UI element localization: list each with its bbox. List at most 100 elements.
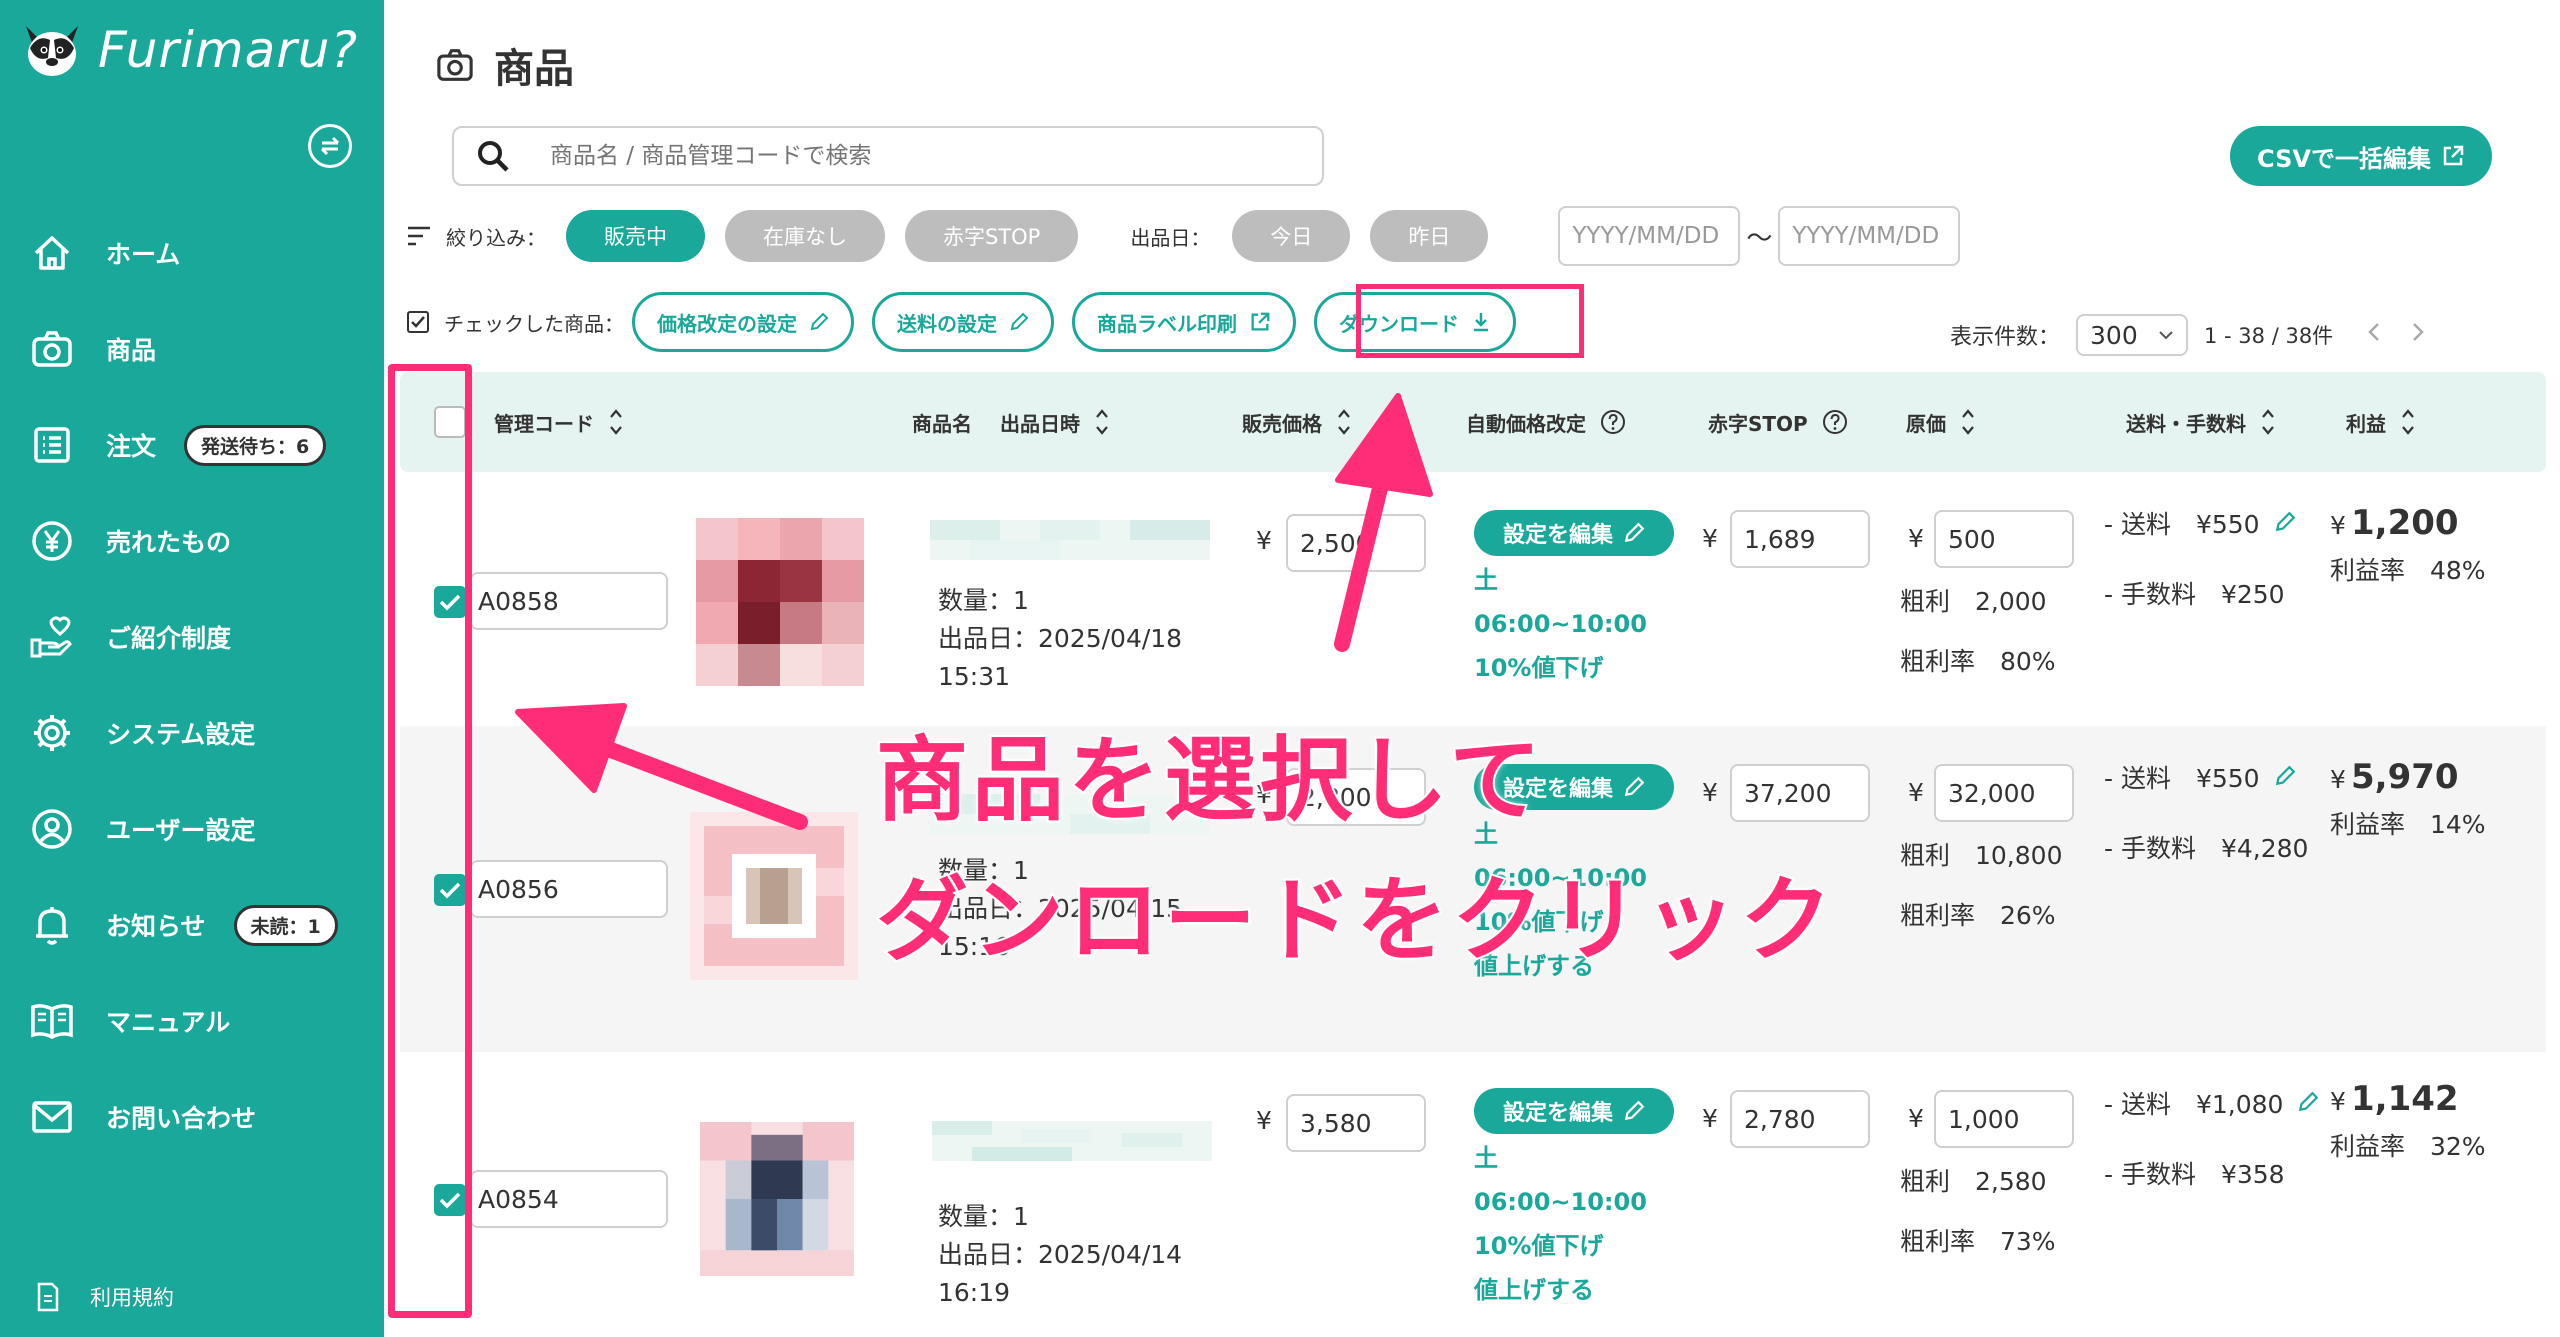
terms-link[interactable]: 利用規約 xyxy=(36,1282,174,1312)
sidebar-item-system-settings[interactable]: システム設定 xyxy=(0,685,384,781)
logo[interactable]: Furimaru? xyxy=(20,18,358,82)
filter-loss-stop[interactable]: 赤字STOP xyxy=(905,210,1079,262)
filter-out-of-stock[interactable]: 在庫なし xyxy=(725,210,885,262)
sidebar-item-label: お知らせ xyxy=(106,912,206,941)
pencil-icon[interactable] xyxy=(2274,765,2296,787)
commission-fee-text: - 手数料 ¥358 xyxy=(2104,1160,2285,1189)
filter-on-sale[interactable]: 販売中 xyxy=(566,210,705,262)
chevron-down-icon xyxy=(2159,331,2173,340)
quantity-text: 数量：1 xyxy=(938,1202,1029,1231)
product-name-blurred[interactable] xyxy=(932,1096,1212,1186)
sidebar-item-products[interactable]: 商品 xyxy=(0,301,384,397)
price-rule-button[interactable]: 価格改定の設定 xyxy=(632,292,854,352)
cost-field[interactable]: 32,000 xyxy=(1934,764,2074,822)
col-name-label: 商品名 xyxy=(912,411,972,436)
currency-symbol: ¥ xyxy=(1702,524,1718,553)
currency-symbol: ¥ xyxy=(2330,1087,2346,1116)
orders-pending-badge: 発送待ち：6 xyxy=(184,424,327,466)
sidebar-item-label: マニュアル xyxy=(106,1008,231,1037)
col-listed[interactable]: 出品日時 xyxy=(1000,372,1110,472)
listed-date-text: 出品日：2025/04/18 xyxy=(938,624,1183,653)
product-thumbnail[interactable] xyxy=(696,518,864,686)
col-profit[interactable]: 利益 xyxy=(2346,372,2416,472)
code-field[interactable]: A0856 xyxy=(470,860,668,918)
currency-symbol: ¥ xyxy=(1908,524,1924,553)
table-header: 管理コード 商品名 出品日時 販売価格 自動価格改定 赤字STOP 原価 送料・… xyxy=(400,372,2546,472)
filter-yesterday[interactable]: 昨日 xyxy=(1370,210,1489,262)
rule-action: 10%値下げ xyxy=(1474,654,1604,682)
product-thumbnail[interactable] xyxy=(700,1112,854,1286)
csv-button-label: CSVで一括編集 xyxy=(2257,144,2431,173)
col-cost[interactable]: 原価 xyxy=(1906,372,1976,472)
edit-auto-price-button[interactable]: 設定を編集 xyxy=(1474,510,1674,556)
currency-symbol: ¥ xyxy=(1702,1104,1718,1133)
pencil-icon xyxy=(1624,1100,1645,1121)
product-thumbnail[interactable] xyxy=(690,812,858,980)
loss-stop-field[interactable]: 1,689 xyxy=(1730,510,1870,568)
referral-icon xyxy=(30,615,74,659)
sidebar-item-contact[interactable]: お問い合わせ xyxy=(0,1069,384,1165)
sidebar-item-home[interactable]: ホーム xyxy=(0,205,384,301)
loss-stop-field[interactable]: 37,200 xyxy=(1730,764,1870,822)
sidebar-item-referral[interactable]: ご紹介制度 xyxy=(0,589,384,685)
gross-profit-text: 粗利 10,800 xyxy=(1900,841,2063,870)
label-print-button[interactable]: 商品ラベル印刷 xyxy=(1072,292,1296,352)
col-profit-label: 利益 xyxy=(2346,411,2386,436)
help-icon[interactable] xyxy=(1822,409,1848,435)
pencil-icon[interactable] xyxy=(2274,511,2296,533)
collapse-sidebar-button[interactable] xyxy=(308,124,352,168)
help-icon[interactable] xyxy=(1600,409,1626,435)
col-price[interactable]: 販売価格 xyxy=(1242,372,1352,472)
cost-field[interactable]: 1,000 xyxy=(1934,1090,2074,1148)
prev-page-button[interactable] xyxy=(2367,320,2381,350)
filter-today[interactable]: 今日 xyxy=(1232,210,1351,262)
shipping-fee-text: - 送料 ¥550 xyxy=(2104,510,2260,539)
col-code[interactable]: 管理コード xyxy=(494,372,624,472)
fees: - 送料 ¥550 - 手数料 ¥4,280 xyxy=(2104,744,2308,884)
sidebar-item-notifications[interactable]: お知らせ 未読：1 xyxy=(0,877,384,973)
next-page-button[interactable] xyxy=(2411,320,2425,350)
sidebar-item-manual[interactable]: マニュアル xyxy=(0,973,384,1069)
document-icon xyxy=(37,1282,59,1312)
cost-field[interactable]: 500 xyxy=(1934,510,2074,568)
sort-icon xyxy=(1962,409,1974,435)
edit-auto-price-button[interactable]: 設定を編集 xyxy=(1474,1088,1674,1134)
pencil-icon[interactable] xyxy=(2297,1091,2319,1113)
external-link-icon xyxy=(2443,145,2464,166)
date-from-field[interactable]: YYYY/MM/DD xyxy=(1558,206,1741,266)
rule-action: 10%値下げ xyxy=(1474,1232,1604,1260)
currency-symbol: ¥ xyxy=(1256,526,1272,555)
loss-stop-field[interactable]: 2,780 xyxy=(1730,1090,1870,1148)
sidebar-item-user-settings[interactable]: ユーザー設定 xyxy=(0,781,384,877)
page-range: 1 - 38 / 38件 xyxy=(2204,324,2334,348)
sale-price-field[interactable]: 3,580 xyxy=(1286,1094,1426,1152)
date-range-separator: 〜 xyxy=(1746,223,1773,254)
profit: ¥ 5,970 利益率 14% xyxy=(2330,756,2486,846)
profit-value: 1,142 xyxy=(2351,1079,2459,1119)
code-field[interactable]: A0858 xyxy=(470,572,668,630)
profit: ¥ 1,142 利益率 32% xyxy=(2330,1078,2486,1168)
code-field[interactable]: A0854 xyxy=(470,1170,668,1228)
rule-time: 06:00~10:00 xyxy=(1474,610,1647,638)
sale-price-field[interactable]: 2,500 xyxy=(1286,514,1426,572)
sidebar-item-sold[interactable]: 売れたもの xyxy=(0,493,384,589)
product-name-blurred[interactable] xyxy=(930,512,1210,568)
col-stop-label: 赤字STOP xyxy=(1708,411,1808,436)
per-page-select[interactable]: 300 xyxy=(2076,314,2189,356)
shipping-fee-text: - 送料 ¥1,080 xyxy=(2104,1090,2284,1119)
logo-text: Furimaru? xyxy=(98,21,359,79)
sidebar-item-orders[interactable]: 注文 発送待ち：6 xyxy=(0,397,384,493)
date-to-field[interactable]: YYYY/MM/DD xyxy=(1778,206,1961,266)
profit-value: 5,970 xyxy=(2351,757,2459,797)
bell-icon xyxy=(30,903,74,947)
shipping-setting-button[interactable]: 送料の設定 xyxy=(872,292,1054,352)
search-box[interactable] xyxy=(452,126,1324,186)
table-row: A0858 数量：1 出品日：2025/04/18 15:31 ¥ 2,500 … xyxy=(400,472,2546,726)
sort-icon xyxy=(2262,409,2274,435)
sidebar-item-label: 商品 xyxy=(106,336,157,365)
search-input[interactable] xyxy=(550,143,1270,169)
rule-day: 土 xyxy=(1474,1144,1498,1172)
col-fee[interactable]: 送料・手数料 xyxy=(2126,372,2276,472)
csv-bulk-edit-button[interactable]: CSVで一括編集 xyxy=(2230,126,2492,186)
col-fee-label: 送料・手数料 xyxy=(2126,411,2246,436)
